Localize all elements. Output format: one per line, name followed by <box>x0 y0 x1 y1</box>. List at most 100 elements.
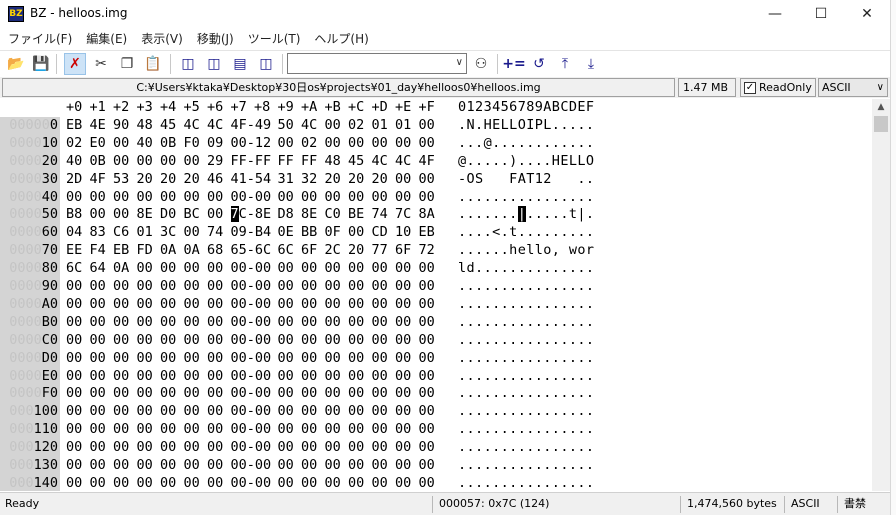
menu-tools[interactable]: ツール(T) <box>240 29 307 49</box>
single-view-icon[interactable]: ◫ <box>177 53 199 75</box>
hex-byte[interactable]: 31 <box>278 171 302 187</box>
hex-byte[interactable]: 00 <box>278 368 302 384</box>
hex-byte[interactable]: BB <box>301 224 325 240</box>
cursor-nibble[interactable]: 7 <box>230 206 239 223</box>
hex-byte[interactable]: 00 <box>372 385 396 401</box>
hex-byte[interactable]: 00 <box>278 385 302 401</box>
hex-byte[interactable]: 00 <box>207 368 231 384</box>
row-ascii[interactable]: ................ <box>458 475 594 491</box>
hex-byte[interactable]: 00 <box>160 260 184 276</box>
row-ascii[interactable]: ................ <box>458 314 594 330</box>
hex-byte[interactable]: 00 <box>66 421 90 437</box>
hex-byte[interactable]: 00 <box>184 457 208 473</box>
hex-byte[interactable]: 00 <box>372 278 396 294</box>
hex-byte[interactable]: 00 <box>278 260 302 276</box>
hex-byte[interactable]: 0A <box>160 242 184 258</box>
hex-byte[interactable]: 00 <box>137 385 161 401</box>
row-ascii[interactable]: ......hello, wor <box>458 242 594 258</box>
binoculars-icon[interactable]: ⚇ <box>470 53 492 75</box>
hex-byte[interactable]: 00 <box>301 278 325 294</box>
hex-byte[interactable]: 8A <box>419 206 443 222</box>
row-ascii[interactable]: ................ <box>458 421 594 437</box>
close-button[interactable]: ✕ <box>844 0 890 28</box>
hex-byte[interactable]: 00 <box>66 439 90 455</box>
hex-byte[interactable]: 00-00 <box>231 332 278 348</box>
jump-top-icon[interactable]: ⤒ <box>554 53 576 75</box>
hex-byte[interactable]: 10 <box>395 224 419 240</box>
hex-byte[interactable]: EB <box>419 224 443 240</box>
hex-byte[interactable]: 8E <box>301 206 325 222</box>
hex-byte[interactable]: 00 <box>301 296 325 312</box>
hex-byte[interactable]: 00 <box>90 421 114 437</box>
hex-byte[interactable]: 00 <box>372 332 396 348</box>
row-ascii[interactable]: .N.HELLOIPL..... <box>458 117 594 133</box>
hex-byte[interactable]: 29 <box>207 153 231 169</box>
hex-byte[interactable]: 00 <box>113 332 137 348</box>
hex-byte[interactable]: 00 <box>160 385 184 401</box>
hex-byte[interactable]: 00 <box>419 260 443 276</box>
hex-byte[interactable]: 00 <box>137 457 161 473</box>
hex-byte[interactable]: 00 <box>184 368 208 384</box>
hex-byte[interactable]: 00 <box>419 439 443 455</box>
hex-byte[interactable]: 00 <box>348 385 372 401</box>
hex-byte[interactable]: 00 <box>66 278 90 294</box>
hex-byte[interactable]: 00 <box>372 368 396 384</box>
hex-byte[interactable]: 00 <box>419 278 443 294</box>
hex-byte[interactable]: 00 <box>419 314 443 330</box>
hex-byte[interactable]: 00 <box>66 403 90 419</box>
row-ascii[interactable]: ld.............. <box>458 260 594 276</box>
hex-byte[interactable]: 00 <box>207 296 231 312</box>
hex-byte[interactable]: 00 <box>160 457 184 473</box>
menu-edit[interactable]: 編集(E) <box>78 29 133 49</box>
hex-byte[interactable]: 00 <box>137 153 161 169</box>
hex-byte[interactable]: 50 <box>278 117 302 133</box>
row-ascii[interactable]: ................ <box>458 439 594 455</box>
hex-view[interactable]: +0 +1 +2 +3 +4 +5 +6 +7 +8 +9 +A +B +C +D +E +F 01234567… <box>0 99 872 491</box>
hex-byte[interactable]: 00 <box>207 314 231 330</box>
hex-byte[interactable]: 00 <box>160 403 184 419</box>
hex-byte[interactable]: 00 <box>348 135 372 151</box>
hex-byte[interactable]: 00 <box>419 296 443 312</box>
hex-byte[interactable]: 00 <box>395 189 419 205</box>
hex-byte[interactable]: 02 <box>66 135 90 151</box>
hex-byte[interactable]: 00 <box>207 189 231 205</box>
hex-byte[interactable]: 00 <box>348 457 372 473</box>
hex-byte[interactable]: 00 <box>278 421 302 437</box>
hex-byte[interactable]: F0 <box>184 135 208 151</box>
hex-byte[interactable]: 00 <box>301 350 325 366</box>
compare-view-icon[interactable]: ◫ <box>255 53 277 75</box>
ascii-cursor[interactable]: | <box>517 206 527 223</box>
hex-byte[interactable]: 00-00 <box>231 260 278 276</box>
hex-byte[interactable]: 00 <box>137 403 161 419</box>
hex-byte[interactable]: 72 <box>419 242 443 258</box>
hex-byte[interactable]: 00 <box>325 117 349 133</box>
hex-byte[interactable]: F4 <box>90 242 114 258</box>
scroll-thumb[interactable] <box>874 116 888 132</box>
hex-byte[interactable]: 00 <box>395 135 419 151</box>
hex-byte[interactable]: 7C-8E <box>230 206 278 223</box>
hex-byte[interactable]: 00 <box>66 332 90 348</box>
hex-byte[interactable]: 00 <box>113 206 137 222</box>
split-vertical-icon[interactable]: ◫ <box>203 53 225 75</box>
hex-byte[interactable]: 00 <box>395 421 419 437</box>
hex-byte[interactable]: 00 <box>419 332 443 348</box>
hex-byte[interactable]: 00 <box>278 403 302 419</box>
row-ascii[interactable]: ................ <box>458 350 594 366</box>
hex-byte[interactable]: 32 <box>301 171 325 187</box>
split-horizontal-icon[interactable]: ▤ <box>229 53 251 75</box>
hex-byte[interactable]: 0B <box>160 135 184 151</box>
hex-byte[interactable]: EB <box>113 242 137 258</box>
hex-byte[interactable]: 00 <box>278 314 302 330</box>
hex-byte[interactable]: 00 <box>113 350 137 366</box>
hex-byte[interactable]: 00 <box>325 421 349 437</box>
hex-byte[interactable]: 00 <box>207 260 231 276</box>
hex-byte[interactable]: 00 <box>278 350 302 366</box>
row-ascii[interactable]: .......|.....t|. <box>458 206 594 223</box>
hex-byte[interactable]: 6F <box>395 242 419 258</box>
hex-byte[interactable]: 00 <box>113 189 137 205</box>
hex-byte[interactable]: 00 <box>395 314 419 330</box>
hex-byte[interactable]: B8 <box>66 206 90 222</box>
hex-byte[interactable]: 00 <box>278 278 302 294</box>
hex-byte[interactable]: 00 <box>395 475 419 491</box>
hex-byte[interactable]: 00 <box>137 421 161 437</box>
